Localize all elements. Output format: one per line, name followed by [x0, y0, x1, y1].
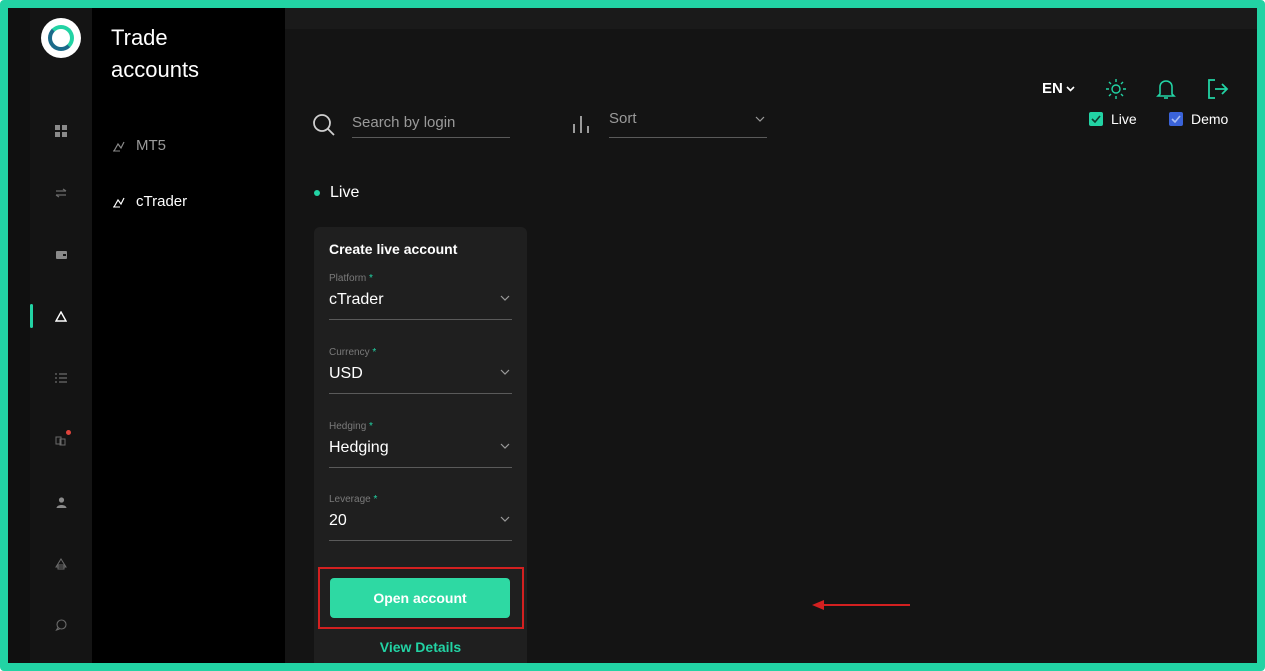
sidebar-item-ctrader[interactable]: cTrader — [112, 193, 187, 210]
field-label: Hedging * — [329, 421, 373, 432]
sort-icon — [573, 116, 589, 133]
icon-rail — [30, 8, 92, 663]
platform-label: Platform — [329, 273, 367, 284]
rail-profile[interactable] — [30, 488, 92, 516]
profile-icon — [56, 496, 66, 508]
security-icon — [55, 558, 67, 570]
section-label: Live — [330, 184, 360, 201]
annotation-arrow — [812, 600, 910, 610]
field-underline — [329, 393, 512, 394]
sidebar-item-label: cTrader — [136, 193, 188, 210]
chat-icon — [55, 619, 67, 631]
check-icon — [1171, 115, 1181, 123]
field-label: Platform * — [329, 273, 373, 284]
rail-wallet[interactable] — [30, 241, 92, 269]
search-input[interactable] — [352, 108, 510, 138]
rail-chat[interactable] — [30, 611, 92, 639]
filter-demo[interactable]: Demo — [1169, 111, 1228, 127]
chevron-down-icon — [500, 443, 510, 449]
top-strip — [285, 8, 1257, 29]
leverage-label: Leverage — [329, 494, 371, 505]
filter-live[interactable]: Live — [1089, 111, 1137, 127]
partner-icon — [55, 436, 66, 446]
required-marker: * — [373, 494, 378, 505]
hedging-value: Hedging — [329, 439, 389, 456]
language-label: EN — [1042, 80, 1063, 97]
notification-dot — [66, 430, 71, 435]
chevron-down-icon — [500, 369, 510, 375]
required-marker: * — [372, 347, 377, 358]
hedging-label: Hedging — [329, 421, 367, 432]
sidebar-item-mt5[interactable]: MT5 — [112, 137, 166, 154]
rail-security[interactable] — [30, 550, 92, 578]
dashboard-icon — [55, 125, 67, 137]
platform-select[interactable]: Platform * cTrader — [329, 273, 512, 333]
sidebar-item-label: MT5 — [136, 137, 166, 154]
list-icon — [55, 373, 67, 383]
required-marker: * — [369, 273, 373, 284]
chevron-down-icon — [1066, 85, 1075, 92]
leverage-select[interactable]: Leverage * 20 — [329, 494, 512, 554]
search-icon — [313, 114, 335, 136]
sun-icon[interactable] — [1105, 78, 1127, 100]
sort-dropdown[interactable]: Sort — [609, 106, 767, 138]
required-marker: * — [369, 421, 373, 432]
hedging-select[interactable]: Hedging * Hedging — [329, 421, 512, 481]
section-live: Live — [314, 184, 359, 202]
rail-trade-accounts[interactable] — [30, 302, 92, 330]
rail-dashboard[interactable] — [30, 117, 92, 145]
status-dot — [314, 190, 320, 196]
platform-value: cTrader — [329, 291, 384, 308]
page-title: Trade accounts — [111, 25, 200, 82]
currency-select[interactable]: Currency * USD — [329, 347, 512, 407]
wallet-icon — [55, 251, 67, 259]
currency-label: Currency — [329, 347, 370, 358]
field-label: Currency * — [329, 347, 376, 358]
language-selector[interactable]: EN — [1042, 80, 1075, 97]
field-label: Leverage * — [329, 494, 377, 505]
logout-icon[interactable] — [1206, 78, 1230, 100]
field-underline — [329, 319, 512, 320]
open-account-button[interactable]: Open account — [330, 578, 510, 618]
filter-demo-label: Demo — [1191, 111, 1229, 127]
check-icon — [1091, 115, 1101, 123]
platform-icon — [113, 141, 125, 151]
field-underline — [329, 540, 512, 541]
filter-live-label: Live — [1111, 111, 1137, 127]
main-content: Sort EN Live — [285, 8, 1257, 663]
logo-mark — [48, 25, 74, 51]
chevron-down-icon — [500, 295, 510, 301]
rail-list[interactable] — [30, 364, 92, 392]
accounts-sidepanel: Trade accounts MT5 cTrader — [92, 8, 285, 663]
brand-logo[interactable] — [41, 18, 81, 58]
leverage-value: 20 — [329, 512, 347, 529]
currency-value: USD — [329, 365, 363, 382]
rail-transfer[interactable] — [30, 179, 92, 207]
checkbox-live[interactable] — [1089, 112, 1103, 126]
chevron-down-icon — [500, 516, 510, 522]
create-account-card: Create live account Platform * cTrader C… — [314, 227, 527, 663]
field-underline — [329, 467, 512, 468]
sort-label: Sort — [609, 110, 637, 127]
trade-accounts-icon — [55, 310, 67, 322]
platform-icon — [113, 197, 125, 207]
rail-partner[interactable] — [30, 426, 92, 454]
app-frame: Trade accounts MT5 cTrader Sort EN — [0, 0, 1265, 671]
checkbox-demo[interactable] — [1169, 112, 1183, 126]
card-title: Create live account — [329, 241, 458, 257]
transfer-icon — [55, 188, 67, 198]
view-details-link[interactable]: View Details — [314, 639, 527, 655]
bell-icon[interactable] — [1156, 78, 1176, 100]
chevron-down-icon — [755, 116, 765, 122]
